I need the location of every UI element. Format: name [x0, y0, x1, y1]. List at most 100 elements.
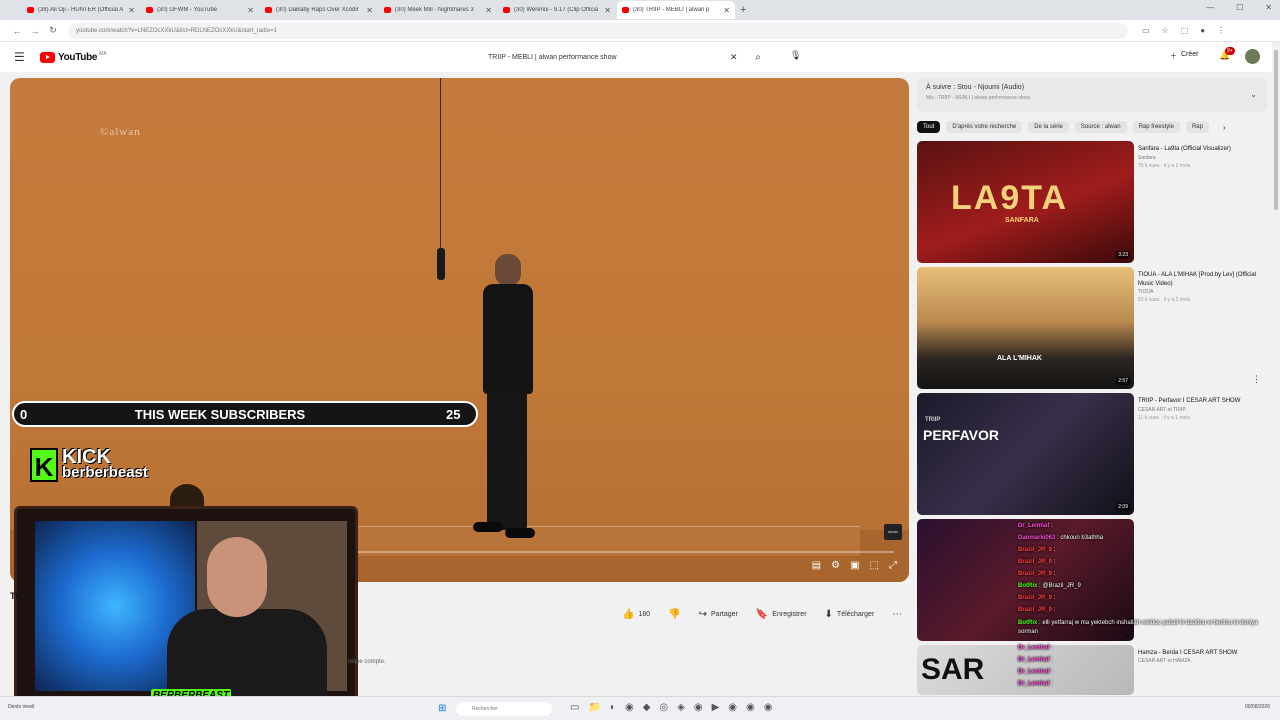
video-thumbnail[interactable]: ALA L'MIHAK 2:57: [917, 267, 1134, 389]
taskbar-apps: ▭ 📁 ◐ ◉ ◆ ◎ ◈ ◉ ▶ ◉ ◉ ◉: [570, 702, 772, 713]
recommendation-channel[interactable]: CESAR ART et TRIIP: [1138, 407, 1186, 413]
browser-menu-icon[interactable]: ⋮: [1217, 26, 1225, 35]
chat-message: Dr_Lemhaf :: [1018, 523, 1053, 529]
clear-search-icon[interactable]: ✕: [730, 52, 746, 63]
app-icon[interactable]: ▶: [712, 702, 720, 713]
chat-message: Dr_Lemhaf :: [1018, 681, 1053, 687]
browser-tab[interactable]: (38) Ali Oji - HUNTER (Official A ✕: [22, 1, 140, 19]
chevron-down-icon[interactable]: ⌄: [1250, 90, 1257, 99]
streamer-webcam: BERBERBEAST: [14, 506, 358, 704]
minimize-icon[interactable]: —: [1206, 3, 1214, 12]
close-icon[interactable]: ✕: [247, 6, 254, 15]
subtitles-icon[interactable]: ▤: [812, 560, 821, 571]
system-tray: 00/08/2026: [1245, 704, 1270, 710]
cast-player-icon[interactable]: ⬚: [870, 560, 879, 571]
video-thumbnail[interactable]: LA9TA SANFARA 3:23: [917, 141, 1134, 263]
taskbar-search[interactable]: Rechercher: [456, 702, 552, 716]
chip-from-search[interactable]: D'après votre recherche: [946, 121, 1023, 133]
windows-start-icon[interactable]: ⊞: [438, 703, 446, 714]
app-icon[interactable]: ◉: [746, 702, 755, 713]
recommendation-item[interactable]: PERFAVOR TRIIP 2:09 TRIIP - Perfavor I C…: [917, 393, 1267, 515]
recommendation-title[interactable]: TRIIP - Perfavor I CESAR ART SHOW: [1138, 397, 1264, 406]
performer: [465, 254, 545, 544]
recommendation-item[interactable]: LA9TA SANFARA 3:23 Sanfara - La9ta (Offi…: [917, 141, 1267, 263]
app-icon[interactable]: ◎: [659, 702, 668, 713]
download-button[interactable]: ⬇ Télécharger: [825, 609, 875, 620]
more-actions-button[interactable]: ⋯: [892, 609, 902, 620]
bookmark-icon: 🔖: [755, 609, 769, 620]
extensions-icon[interactable]: ⬚: [1181, 26, 1189, 35]
fullscreen-icon[interactable]: ⤢: [889, 560, 897, 571]
close-window-icon[interactable]: ✕: [1265, 3, 1272, 12]
app-icon[interactable]: ◈: [677, 702, 685, 713]
bookmark-star-icon[interactable]: ☆: [1162, 26, 1169, 35]
youtube-favicon-icon: [27, 7, 34, 13]
video-thumbnail[interactable]: PERFAVOR TRIIP 2:09: [917, 393, 1134, 515]
dislike-button[interactable]: 👎: [668, 609, 680, 620]
account-avatar[interactable]: [1245, 49, 1260, 64]
clock[interactable]: 00/08/2026: [1245, 704, 1270, 710]
hamburger-menu-icon[interactable]: ☰: [14, 50, 28, 64]
subscriber-goal-target: 25: [446, 406, 461, 422]
close-icon[interactable]: ✕: [604, 6, 611, 15]
recommendation-meta: 75 k vues · il y a 1 mois: [1138, 163, 1191, 169]
recommendation-title[interactable]: TIOUA - ALA L'MIHAK [Prod.by Lev] (Offic…: [1138, 271, 1264, 289]
recommendation-title[interactable]: Sanfara - La9ta (Official Visualizer): [1138, 145, 1264, 154]
cast-icon[interactable]: ▭: [1142, 26, 1150, 35]
close-icon[interactable]: ✕: [723, 6, 730, 15]
microphone-icon[interactable]: 🎙: [790, 50, 801, 61]
recommendation-item[interactable]: ALA L'MIHAK 2:57 TIOUA - ALA L'MIHAK [Pr…: [917, 267, 1267, 389]
profile-icon[interactable]: ●: [1200, 26, 1205, 35]
more-vertical-icon[interactable]: ⋮: [1252, 374, 1261, 385]
recommendation-channel[interactable]: TIOUA: [1138, 289, 1153, 295]
miniplayer-icon[interactable]: ▣: [850, 560, 859, 571]
up-next-panel[interactable]: À suivre : Stou - Njoumi (Audio) Mix - T…: [917, 78, 1267, 112]
back-icon[interactable]: ←: [8, 26, 26, 36]
app-icon[interactable]: ◉: [764, 702, 773, 713]
search-input[interactable]: [480, 47, 730, 67]
browser-tab[interactable]: (30) Werenoi - 9.17 (Clip Officia ✕: [498, 1, 616, 19]
window-controls: — ☐ ✕: [1206, 3, 1272, 12]
chat-message: Brazil_JR_9 :: [1018, 607, 1056, 613]
browser-tab-active[interactable]: (30) TRIIP - MEBLI | alwan p ✕: [617, 1, 735, 19]
chrome-icon[interactable]: ◉: [625, 702, 634, 713]
create-button[interactable]: ＋ Créer: [1170, 51, 1199, 61]
search-icon[interactable]: ⌕: [746, 52, 770, 63]
task-view-icon[interactable]: ▭: [570, 702, 579, 713]
browser-tab[interactable]: (30) Meek Mill - Nightmares 3 ✕: [379, 1, 497, 19]
app-icon[interactable]: ◉: [728, 702, 737, 713]
close-icon[interactable]: ✕: [366, 6, 373, 15]
browser-tab[interactable]: (30) GFWM - YouTube ✕: [141, 1, 259, 19]
kick-username: berberbeast: [62, 464, 148, 481]
new-tab-button[interactable]: +: [740, 4, 746, 16]
url-field[interactable]: youtube.com/watch?v=LNEZOcXXkU&list=RDLN…: [68, 22, 1128, 39]
youtube-logo[interactable]: YouTube MA: [40, 51, 107, 63]
share-button[interactable]: ↪ Partager: [699, 609, 738, 620]
scrollbar-thumb[interactable]: [1274, 50, 1278, 210]
chip-rap[interactable]: Rap: [1185, 121, 1209, 133]
reload-icon[interactable]: ↻: [44, 25, 62, 36]
youtube-favicon-icon: [265, 7, 272, 13]
youtube-play-icon: [40, 51, 55, 63]
chip-rap-freestyle[interactable]: Rap freestyle: [1132, 121, 1180, 133]
save-button[interactable]: 🔖 Enregistrer: [756, 609, 807, 620]
forward-icon[interactable]: →: [26, 26, 44, 36]
recommendation-channel[interactable]: Sanfara: [1138, 155, 1156, 161]
browser-tab[interactable]: (30) DaBaby Raps Over Xcodir ✕: [260, 1, 378, 19]
chevron-right-icon[interactable]: ›: [1223, 123, 1226, 132]
file-explorer-icon[interactable]: 📁: [588, 702, 600, 713]
close-icon[interactable]: ✕: [485, 6, 492, 15]
chip-from-series[interactable]: De la série: [1028, 121, 1069, 133]
chip-source[interactable]: Source : alwan: [1074, 121, 1127, 133]
weather-widget[interactable]: Dents réveil: [8, 704, 34, 710]
close-icon[interactable]: ✕: [128, 6, 135, 15]
edge-icon[interactable]: ◐: [610, 702, 616, 713]
app-icon[interactable]: ◆: [643, 702, 651, 713]
chip-all[interactable]: Tout: [917, 121, 941, 133]
channel-watermark-icon[interactable]: alwan: [884, 524, 902, 540]
like-button[interactable]: 👍 180: [622, 609, 650, 620]
page-scrollbar[interactable]: [1272, 42, 1280, 696]
settings-gear-icon[interactable]: ⚙: [831, 560, 840, 571]
maximize-icon[interactable]: ☐: [1236, 3, 1243, 12]
app-icon[interactable]: ◉: [694, 702, 703, 713]
